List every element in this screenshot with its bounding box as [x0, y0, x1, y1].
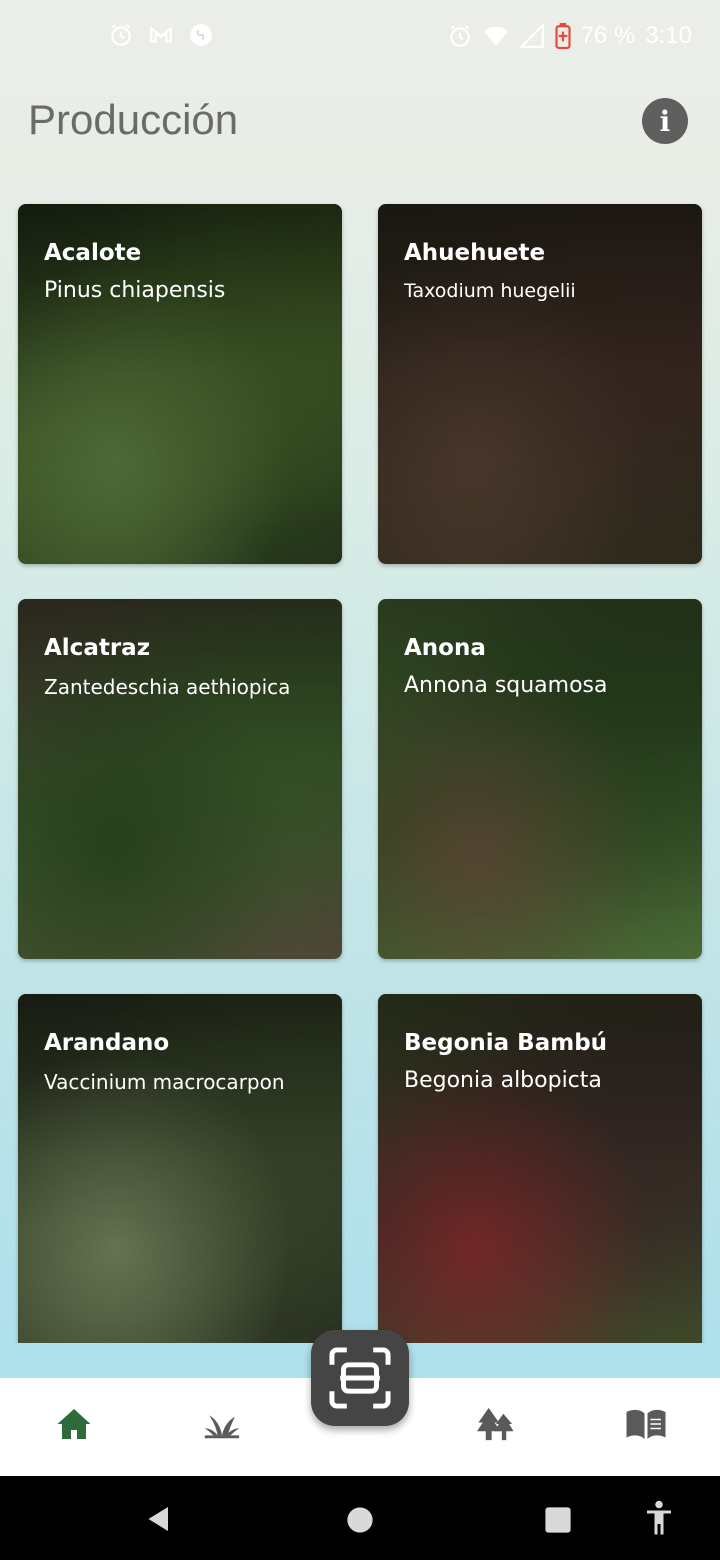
signal-icon — [518, 23, 544, 48]
system-status: 76 % 3:10 — [447, 22, 692, 50]
accessibility-icon[interactable] — [644, 1500, 674, 1536]
plant-card-begonia-bambu[interactable]: Begonia Bambú Begonia albopicta — [378, 994, 702, 1343]
plant-card-anona[interactable]: Anona Annona squamosa — [378, 599, 702, 959]
plant-card-alcatraz[interactable]: Alcatraz Zantedeschia aethiopica — [18, 599, 342, 959]
info-button[interactable]: i — [642, 98, 688, 144]
plant-scientific-name: Begonia albopicta — [404, 1068, 602, 1093]
wifi-icon — [483, 26, 508, 46]
shazam-icon — [190, 24, 212, 46]
clock: 3:10 — [645, 22, 692, 49]
plant-common-name: Anona — [404, 635, 486, 661]
back-icon[interactable] — [144, 1504, 174, 1534]
nav-plants[interactable] — [198, 1400, 246, 1448]
plant-scientific-name: Vaccinium macrocarpon — [44, 1070, 285, 1094]
info-icon: i — [659, 104, 671, 138]
plant-scientific-name: Zantedeschia aethiopica — [44, 675, 291, 699]
alarm-icon — [111, 24, 131, 46]
plant-grid: Acalote Pinus chiapensis Ahuehuete Taxod… — [0, 168, 720, 1343]
plant-common-name: Alcatraz — [44, 635, 151, 661]
recents-icon[interactable] — [544, 1506, 572, 1534]
plant-card-acalote[interactable]: Acalote Pinus chiapensis — [18, 204, 342, 564]
page-title: Producción — [28, 96, 239, 143]
plant-scientific-name: Pinus chiapensis — [44, 278, 226, 303]
book-icon — [626, 1409, 666, 1439]
app-bar: Producción i — [0, 72, 720, 168]
alarm-icon — [449, 25, 470, 47]
plant-common-name: Arandano — [44, 1030, 170, 1056]
plant-common-name: Acalote — [44, 240, 142, 266]
plant-card-ahuehuete[interactable]: Ahuehuete Taxodium huegelii — [378, 204, 702, 564]
nav-book[interactable] — [622, 1400, 670, 1448]
system-nav-bar — [0, 1476, 720, 1560]
gmail-icon — [150, 26, 172, 43]
battery-percent: 76 % — [580, 22, 636, 49]
home-circle-icon[interactable] — [346, 1506, 374, 1534]
nav-trees[interactable] — [472, 1400, 520, 1448]
status-bar: 76 % 3:10 — [0, 0, 720, 72]
scan-icon — [329, 1347, 391, 1409]
nav-home[interactable] — [50, 1400, 98, 1448]
plant-card-arandano[interactable]: Arandano Vaccinium macrocarpon — [18, 994, 342, 1343]
battery-icon — [554, 23, 571, 49]
plant-scientific-name: Annona squamosa — [404, 673, 608, 698]
plant-icon — [204, 1415, 240, 1439]
notification-icons — [108, 22, 214, 48]
plant-scientific-name: Taxodium huegelii — [404, 280, 576, 302]
scan-button[interactable] — [311, 1330, 409, 1426]
plant-common-name: Begonia Bambú — [404, 1030, 608, 1056]
plant-common-name: Ahuehuete — [404, 240, 546, 266]
home-icon — [57, 1409, 91, 1439]
trees-icon — [477, 1407, 514, 1441]
